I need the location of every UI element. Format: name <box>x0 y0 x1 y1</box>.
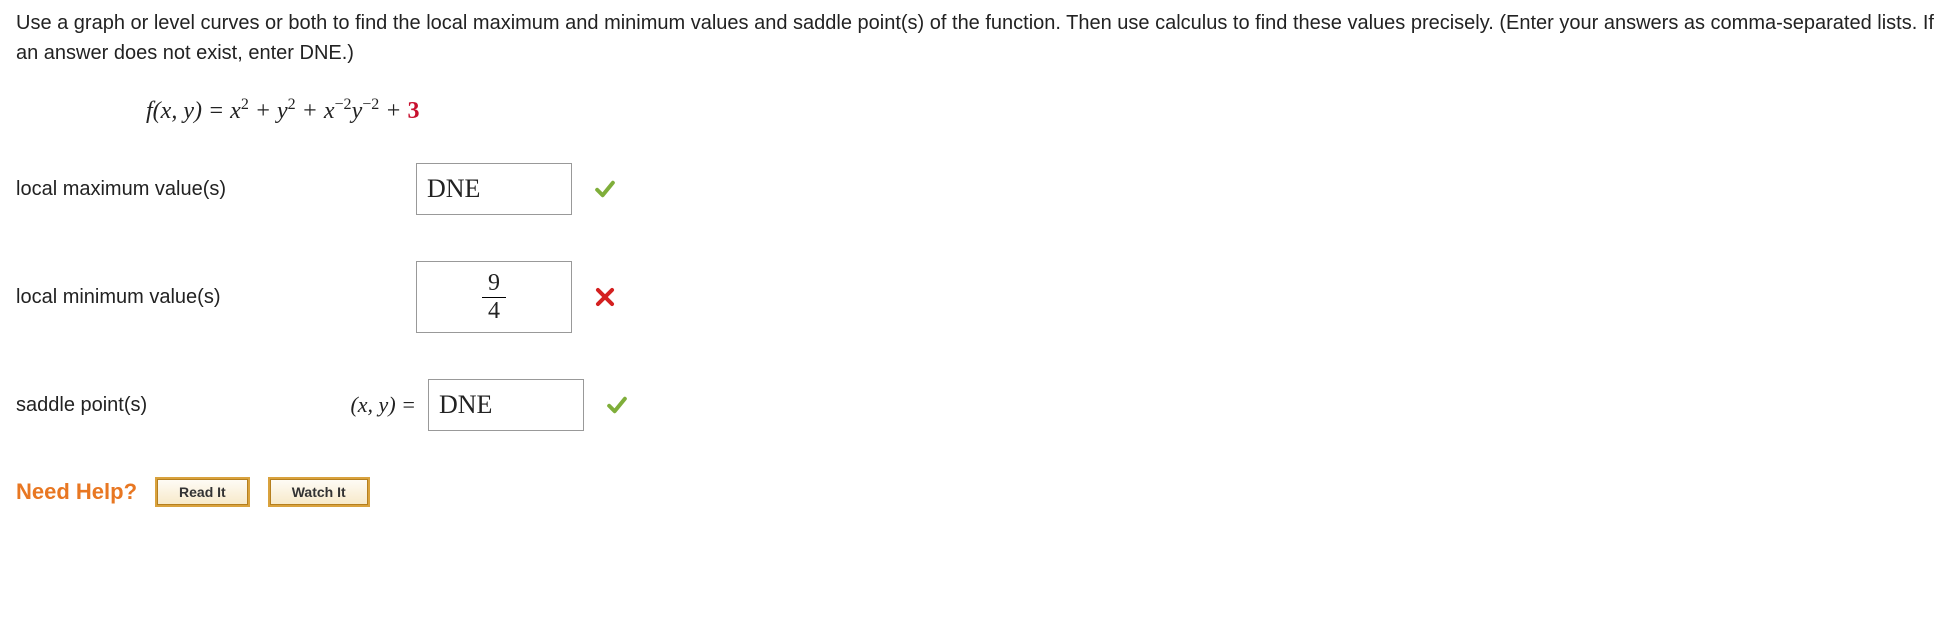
fraction-value: 9 4 <box>482 270 506 324</box>
instructions-text: Use a graph or level curves or both to f… <box>16 8 1940 68</box>
check-icon <box>594 178 616 200</box>
read-it-button[interactable]: Read It <box>155 477 250 507</box>
local-min-input[interactable]: 9 4 <box>416 261 572 333</box>
check-icon <box>606 394 628 416</box>
need-help-section: Need Help? Read It Watch It <box>16 477 1940 507</box>
local-max-label: local maximum value(s) <box>16 178 296 201</box>
watch-it-button[interactable]: Watch It <box>268 477 370 507</box>
saddle-prefix: (x, y) = <box>296 392 416 418</box>
local-min-row: local minimum value(s) 9 4 <box>16 261 1940 333</box>
saddle-label: saddle point(s) <box>16 394 296 417</box>
saddle-input[interactable]: DNE <box>428 379 584 431</box>
local-max-input[interactable]: DNE <box>416 163 572 215</box>
local-min-label: local minimum value(s) <box>16 286 296 309</box>
function-equation: f(x, y) = x2 + y2 + x−2y−2 + 3 <box>146 96 1940 125</box>
cross-icon <box>594 286 616 308</box>
need-help-label: Need Help? <box>16 479 137 505</box>
saddle-row: saddle point(s) (x, y) = DNE <box>16 377 1940 433</box>
local-max-row: local maximum value(s) DNE <box>16 161 1940 217</box>
